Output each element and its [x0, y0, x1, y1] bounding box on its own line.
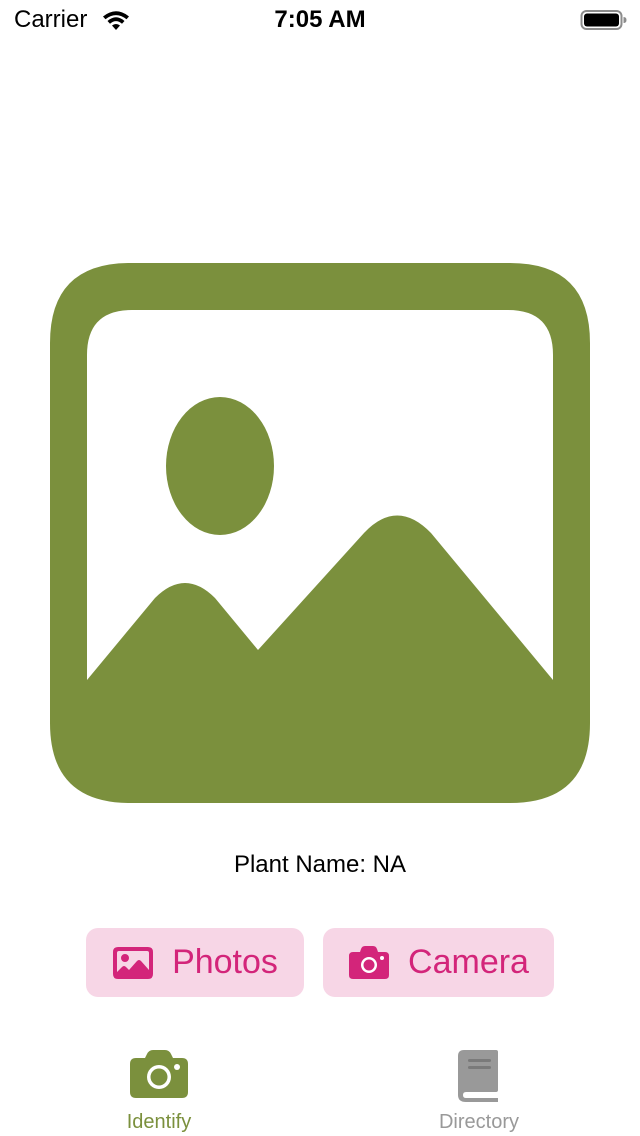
tab-directory-label: Directory	[438, 1111, 519, 1133]
battery-icon	[580, 10, 627, 30]
tab-identify[interactable]: Identify	[59, 1038, 259, 1136]
photo-icon	[113, 946, 154, 979]
photos-button[interactable]: Photos	[86, 928, 304, 997]
photos-button-label: Photos	[172, 943, 278, 981]
camera-icon	[349, 945, 390, 979]
camera-button-label: Camera	[408, 943, 529, 981]
book-icon	[458, 1050, 498, 1102]
tab-bar: Identify Directory	[0, 1038, 640, 1136]
tab-directory[interactable]: Directory	[379, 1038, 579, 1136]
camera-button[interactable]: Camera	[323, 928, 554, 997]
camera-icon	[130, 1050, 188, 1098]
plant-name-label: Plant Name: NA	[233, 851, 407, 878]
status-time: 7:05 AM	[274, 6, 366, 33]
photo-placeholder-icon	[50, 263, 590, 803]
status-bar: Carrier 7:05 AM	[0, 0, 640, 40]
tab-identify-label: Identify	[126, 1111, 192, 1133]
